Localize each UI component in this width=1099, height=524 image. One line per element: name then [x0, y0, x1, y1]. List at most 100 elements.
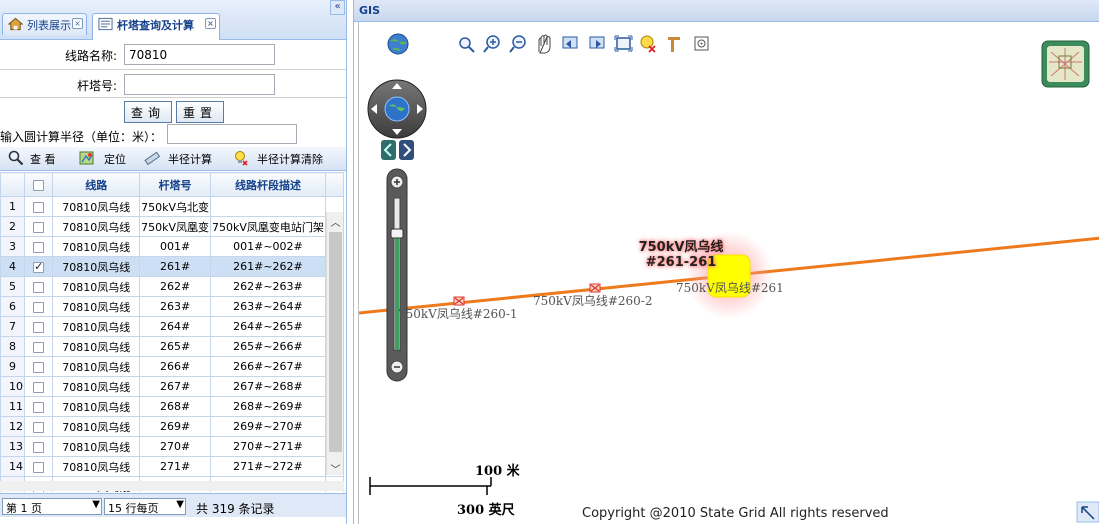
tower-marker[interactable] — [589, 283, 601, 293]
zoom-slider[interactable] — [386, 168, 408, 382]
header-select-all[interactable] — [23, 172, 54, 197]
cell-tower-no: 750kV乌北变 — [139, 196, 212, 217]
grid-vertical-scrollbar[interactable]: ︿ ﹀ — [326, 212, 343, 476]
tower-marker[interactable] — [453, 296, 465, 306]
per-page-select[interactable]: 15 行每页 ▼ — [104, 498, 186, 515]
row-checkbox-cell[interactable] — [23, 456, 54, 477]
reset-button[interactable]: 重置 — [176, 101, 224, 123]
pan-hand-icon[interactable] — [538, 34, 551, 54]
table-row[interactable]: 1 70810凤乌线 750kV乌北变 — [0, 196, 344, 217]
row-checkbox[interactable] — [33, 260, 45, 273]
row-checkbox[interactable] — [33, 301, 45, 313]
row-checkbox[interactable] — [33, 321, 45, 333]
identify-icon[interactable] — [694, 36, 709, 51]
row-checkbox-cell[interactable] — [23, 416, 54, 437]
table-row[interactable]: 11 70810凤乌线 268# 268#~269# — [0, 396, 344, 417]
query-button[interactable]: 查询 — [124, 101, 172, 123]
resize-corner-icon[interactable] — [1076, 501, 1099, 523]
scroll-down-icon[interactable]: ﹀ — [329, 461, 342, 476]
header-line[interactable]: 线路 — [52, 172, 141, 197]
row-checkbox-cell[interactable] — [23, 296, 54, 317]
row-checkbox[interactable] — [33, 201, 45, 213]
zoom-region-icon[interactable] — [459, 37, 475, 53]
table-row[interactable]: 6 70810凤乌线 263# 263#~264# — [0, 296, 344, 317]
row-checkbox-cell[interactable] — [23, 336, 54, 357]
zoom-out-icon[interactable] — [509, 35, 526, 53]
row-checkbox[interactable] — [33, 341, 45, 353]
table-row[interactable]: 5 70810凤乌线 262# 262#~263# — [0, 276, 344, 297]
page-select[interactable]: 第 1 页 ▼ — [2, 498, 102, 515]
pan-control[interactable] — [367, 79, 427, 139]
row-checkbox[interactable] — [33, 361, 45, 373]
line-name-row: 线路名称: — [0, 40, 346, 70]
locate-button[interactable]: 定位 — [78, 151, 126, 167]
row-checkbox-cell[interactable] — [23, 236, 54, 257]
map-graphics — [359, 33, 1099, 523]
table-row[interactable]: 14 70810凤乌线 271# 271#~272# — [0, 456, 344, 477]
radius-clear-button[interactable]: 半径计算清除 — [233, 151, 323, 167]
view-button[interactable]: 查 看 — [6, 150, 56, 167]
row-checkbox[interactable] — [33, 241, 45, 253]
tower-label[interactable]: 750kV凤乌线#260-2 — [533, 292, 653, 309]
row-checkbox[interactable] — [33, 421, 45, 433]
row-checkbox-cell[interactable] — [23, 196, 54, 217]
select-all-checkbox[interactable] — [33, 179, 45, 191]
locate-label: 定位 — [104, 153, 126, 166]
row-checkbox-cell[interactable] — [23, 256, 54, 277]
zoom-handle[interactable] — [390, 228, 404, 239]
row-checkbox-cell[interactable] — [23, 436, 54, 457]
table-row[interactable]: 9 70810凤乌线 266# 266#~267# — [0, 356, 344, 377]
measure-icon[interactable] — [668, 37, 680, 52]
next-view-icon[interactable] — [589, 36, 605, 49]
line-name-input[interactable] — [124, 44, 275, 65]
table-row[interactable]: 4 70810凤乌线261#261#~262# — [0, 256, 344, 277]
row-checkbox[interactable] — [33, 221, 45, 233]
close-icon[interactable]: × — [205, 18, 216, 29]
zoom-in-icon[interactable] — [483, 35, 500, 53]
table-row[interactable]: 7 70810凤乌线 264# 264#~265# — [0, 316, 344, 337]
clear-icon[interactable] — [640, 35, 656, 53]
gis-panel: GIS 750kV凤乌线 #261-261 750kV凤乌线#260-1 750… — [353, 0, 1099, 524]
table-row[interactable]: 3 70810凤乌线 001# 001#~002# — [0, 236, 344, 257]
rotate-right-icon[interactable] — [399, 140, 414, 160]
row-checkbox-cell[interactable] — [23, 396, 54, 417]
table-row[interactable]: 10 70810凤乌线 267# 267#~268# — [0, 376, 344, 397]
row-checkbox[interactable] — [33, 381, 45, 393]
row-checkbox[interactable] — [33, 461, 45, 473]
scroll-thumb[interactable] — [329, 232, 342, 452]
row-checkbox-cell[interactable] — [23, 376, 54, 397]
row-checkbox-cell[interactable] — [23, 216, 54, 237]
collapse-panel-button[interactable]: « — [330, 0, 345, 15]
table-row[interactable]: 8 70810凤乌线 265# 265#~266# — [0, 336, 344, 357]
radius-calc-button[interactable]: 半径计算 — [144, 151, 212, 167]
table-row[interactable]: 13 70810凤乌线 270# 270#~271# — [0, 436, 344, 457]
overview-map-icon[interactable] — [1041, 40, 1090, 88]
tower-label[interactable]: 750kV凤乌线#261 — [676, 279, 784, 296]
row-checkbox-cell[interactable] — [23, 316, 54, 337]
cell-segment-desc: 262#~263# — [210, 276, 326, 297]
tower-label[interactable]: 750kV凤乌线#260-1 — [398, 305, 518, 322]
row-checkbox[interactable] — [33, 401, 45, 413]
full-extent-icon[interactable] — [614, 35, 633, 52]
map-canvas[interactable]: 750kV凤乌线 #261-261 750kV凤乌线#260-1 750kV凤乌… — [358, 22, 1099, 524]
radius-input[interactable] — [167, 124, 297, 144]
tab-list-view[interactable]: 列表展示 × — [2, 13, 87, 35]
row-checkbox[interactable] — [33, 441, 45, 453]
rotate-left-icon[interactable] — [381, 140, 396, 160]
globe-icon[interactable] — [387, 33, 409, 55]
header-tower-no[interactable]: 杆塔号 — [139, 172, 212, 197]
globe-icon[interactable] — [384, 96, 410, 122]
row-checkbox[interactable] — [33, 281, 45, 293]
scroll-up-icon[interactable]: ︿ — [329, 214, 342, 229]
row-checkbox-cell[interactable] — [23, 276, 54, 297]
tab-tower-query[interactable]: 杆塔查询及计算 × — [92, 13, 220, 40]
table-row[interactable]: 12 70810凤乌线 269# 269#~270# — [0, 416, 344, 437]
header-segment-desc[interactable]: 线路杆段描述 — [210, 172, 326, 197]
row-checkbox-cell[interactable] — [23, 356, 54, 377]
table-row[interactable]: 2 70810凤乌线 750kV凤凰变 750kV凤凰变电站门架 — [0, 216, 344, 237]
grid-horizontal-scrollbar[interactable] — [0, 481, 344, 491]
previous-view-icon[interactable] — [562, 36, 578, 49]
tower-no-input[interactable] — [124, 74, 275, 95]
tower-grid: 线路 杆塔号 线路杆段描述 1 70810凤乌线 750kV乌北变 2 70810凤乌线… — [0, 172, 344, 492]
close-icon[interactable]: × — [72, 18, 83, 29]
